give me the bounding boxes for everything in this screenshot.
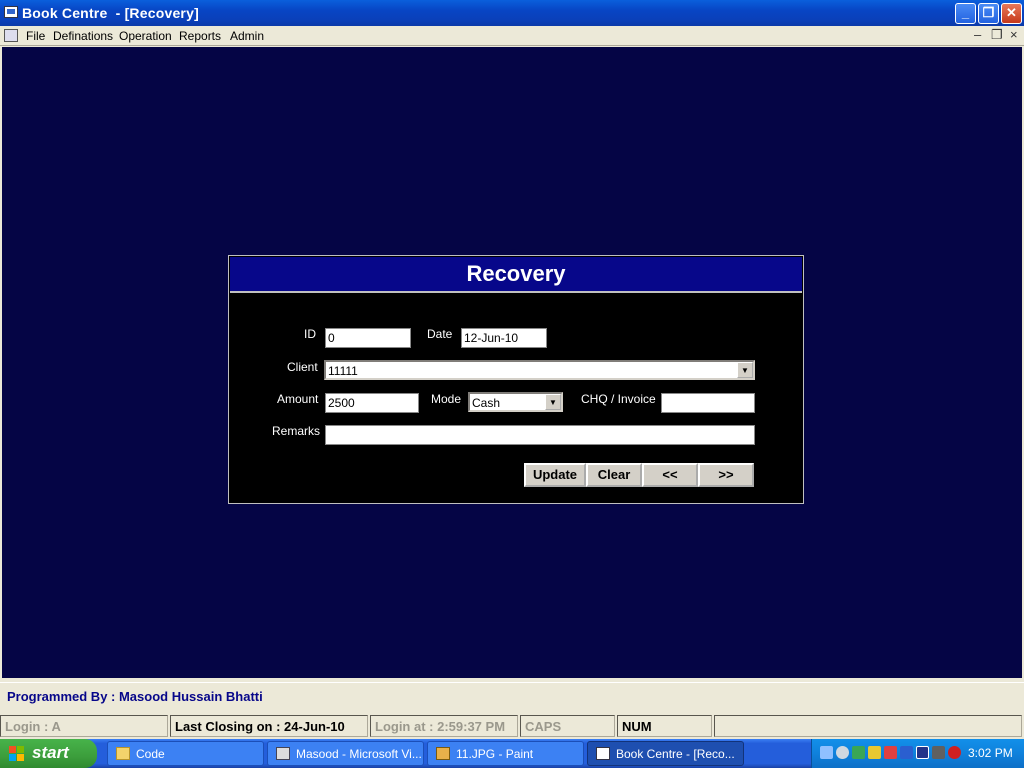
chq-invoice-field[interactable] bbox=[661, 393, 755, 413]
menu-file[interactable]: File bbox=[26, 29, 45, 43]
credit-bar: Programmed By : Masood Hussain Bhatti bbox=[0, 682, 1024, 710]
recovery-form: Recovery ID 0 Date 12-Jun-10 Client 1111… bbox=[228, 255, 804, 504]
last-closing-panel: Last Closing on : 24-Jun-10 bbox=[170, 715, 368, 737]
empty-panel bbox=[714, 715, 1022, 737]
mdi-minimize-button[interactable]: – bbox=[974, 27, 981, 42]
taskbar: start Code Masood - Microsoft Vi... 11.J… bbox=[0, 739, 1024, 768]
task-code[interactable]: Code bbox=[107, 741, 264, 766]
volume-icon[interactable] bbox=[836, 746, 849, 759]
id-label: ID bbox=[304, 327, 316, 341]
previous-button[interactable]: << bbox=[642, 463, 698, 487]
visual-basic-icon bbox=[276, 747, 290, 760]
programmed-by-text: Programmed By : Masood Hussain Bhatti bbox=[7, 689, 263, 704]
chevron-down-icon[interactable]: ▼ bbox=[737, 362, 753, 378]
chevron-down-icon[interactable]: ▼ bbox=[545, 394, 561, 410]
paint-icon bbox=[436, 747, 450, 760]
id-field[interactable]: 0 bbox=[325, 328, 411, 348]
start-label: start bbox=[32, 743, 69, 762]
login-at-panel: Login at : 2:59:37 PM bbox=[370, 715, 518, 737]
keyboard-icon[interactable] bbox=[932, 746, 945, 759]
minimize-button[interactable]: _ bbox=[955, 3, 976, 24]
date-field[interactable]: 12-Jun-10 bbox=[461, 328, 547, 348]
mdi-child-icon[interactable] bbox=[4, 29, 18, 42]
task-paint[interactable]: 11.JPG - Paint bbox=[427, 741, 584, 766]
client-combo[interactable]: 11111 ▼ bbox=[324, 360, 755, 380]
client-label: Client bbox=[287, 360, 318, 374]
network-icon[interactable] bbox=[820, 746, 833, 759]
num-panel: NUM bbox=[617, 715, 712, 737]
login-panel: Login : A bbox=[0, 715, 168, 737]
task-visual-basic[interactable]: Masood - Microsoft Vi... bbox=[267, 741, 424, 766]
menu-operation[interactable]: Operation bbox=[119, 29, 172, 43]
antivirus-icon[interactable] bbox=[948, 746, 961, 759]
clock[interactable]: 3:02 PM bbox=[968, 746, 1013, 760]
task-book-centre[interactable]: Book Centre - [Reco... bbox=[587, 741, 744, 766]
title-bar[interactable]: Book Centre - [Recovery] _ ❐ ✕ bbox=[0, 0, 1024, 26]
date-label: Date bbox=[427, 327, 453, 341]
mdi-close-button[interactable]: × bbox=[1010, 27, 1018, 42]
menu-definations[interactable]: Definations bbox=[53, 29, 113, 43]
menu-bar: File Definations Operation Reports Admin… bbox=[0, 26, 1024, 46]
amount-field[interactable]: 2500 bbox=[325, 393, 419, 413]
remarks-field[interactable] bbox=[325, 425, 755, 445]
menu-admin[interactable]: Admin bbox=[230, 29, 264, 43]
form-title: Recovery bbox=[230, 257, 802, 293]
start-button[interactable]: start bbox=[0, 739, 97, 768]
update-button[interactable]: Update bbox=[524, 463, 586, 487]
update-icon[interactable] bbox=[852, 746, 865, 759]
display-icon[interactable] bbox=[916, 746, 929, 759]
alert-icon[interactable] bbox=[884, 746, 897, 759]
amount-label: Amount bbox=[277, 392, 319, 406]
client-value: 11111 bbox=[328, 364, 358, 378]
system-tray: 3:02 PM bbox=[811, 739, 1024, 768]
mode-combo[interactable]: Cash ▼ bbox=[468, 392, 563, 412]
app-window-icon bbox=[596, 747, 610, 760]
remarks-label: Remarks bbox=[272, 424, 321, 438]
next-button[interactable]: >> bbox=[698, 463, 754, 487]
clear-button[interactable]: Clear bbox=[586, 463, 642, 487]
status-bar: Login : A Last Closing on : 24-Jun-10 Lo… bbox=[0, 713, 1024, 739]
windows-logo-icon bbox=[9, 746, 25, 761]
caps-panel: CAPS bbox=[520, 715, 615, 737]
app-icon[interactable] bbox=[4, 6, 18, 18]
mdi-restore-button[interactable]: ❐ bbox=[991, 27, 1003, 43]
window-title: Book Centre - [Recovery] bbox=[22, 5, 199, 21]
folder-icon bbox=[116, 747, 130, 760]
bluetooth-icon[interactable] bbox=[900, 746, 913, 759]
close-button[interactable]: ✕ bbox=[1001, 3, 1022, 24]
security-icon[interactable] bbox=[868, 746, 881, 759]
menu-reports[interactable]: Reports bbox=[179, 29, 221, 43]
mode-value: Cash bbox=[472, 396, 501, 410]
chq-invoice-label: CHQ / Invoice bbox=[581, 392, 656, 406]
mode-label: Mode bbox=[431, 392, 462, 406]
restore-button[interactable]: ❐ bbox=[978, 3, 999, 24]
